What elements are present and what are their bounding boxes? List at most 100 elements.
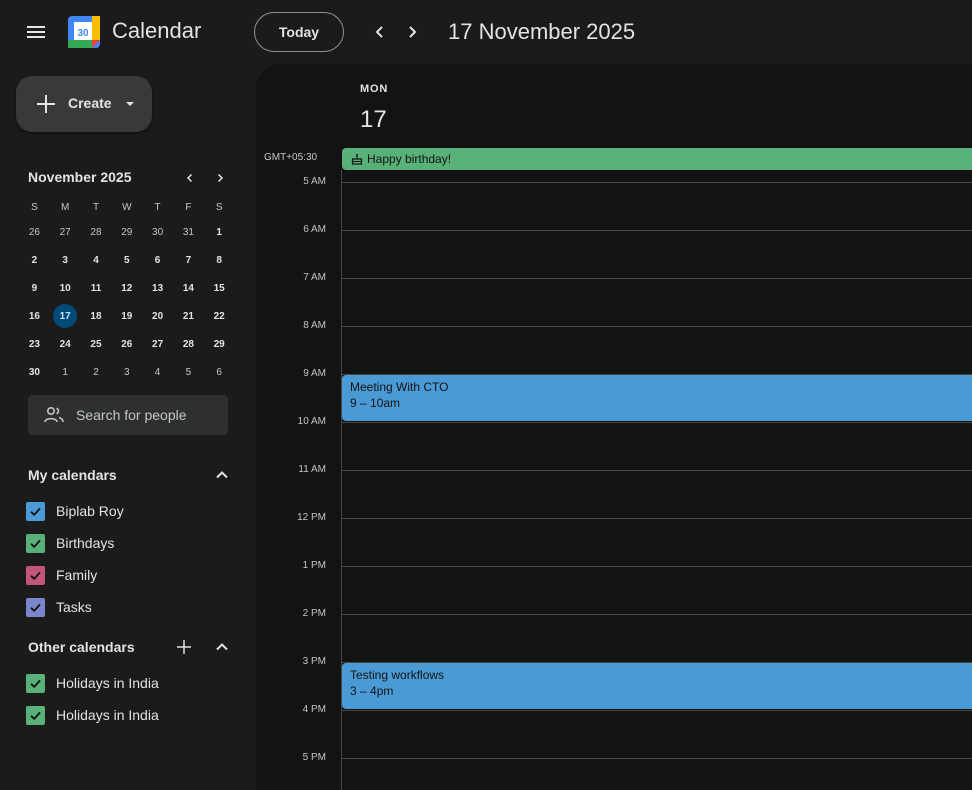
mini-calendar-day[interactable]: 21 xyxy=(173,302,204,330)
mini-calendar-day[interactable]: 19 xyxy=(111,302,142,330)
mini-calendar-day[interactable]: 14 xyxy=(173,274,204,302)
calendar-checkbox[interactable] xyxy=(26,566,45,585)
event-time: 9 – 10am xyxy=(350,396,401,410)
collapse-other-calendars-button[interactable] xyxy=(212,637,232,657)
mini-calendar-day-label: 16 xyxy=(28,310,40,322)
mini-calendar-day[interactable]: 28 xyxy=(173,330,204,358)
mini-calendar-day[interactable]: 15 xyxy=(204,274,235,302)
mini-calendar-day-label: 23 xyxy=(28,338,40,350)
hour-gridline xyxy=(342,278,972,279)
mini-calendar-day[interactable]: 2 xyxy=(81,358,112,386)
mini-calendar-day[interactable]: 4 xyxy=(142,358,173,386)
mini-calendar-day[interactable]: 31 xyxy=(173,218,204,246)
mini-calendar-day[interactable]: 23 xyxy=(19,330,50,358)
collapse-my-calendars-button[interactable] xyxy=(212,465,232,485)
mini-calendar-day[interactable]: 25 xyxy=(81,330,112,358)
calendar-item[interactable]: Tasks xyxy=(26,595,236,619)
mini-calendar-day-label: 26 xyxy=(28,226,40,238)
create-button[interactable]: Create xyxy=(16,76,152,132)
mini-calendar-day[interactable]: 16 xyxy=(19,302,50,330)
mini-calendar-day[interactable]: 1 xyxy=(50,358,81,386)
mini-calendar-next-button[interactable] xyxy=(210,168,230,188)
mini-calendar-day[interactable]: 28 xyxy=(81,218,112,246)
mini-calendar-week: 23 24 25 26 27 28 29 xyxy=(19,330,235,358)
next-day-button[interactable] xyxy=(398,18,426,46)
hour-gridline xyxy=(342,518,972,519)
mini-calendar-week: 9 10 11 12 13 14 15 xyxy=(19,274,235,302)
mini-calendar-day[interactable]: 12 xyxy=(111,274,142,302)
mini-calendar-day[interactable]: 3 xyxy=(111,358,142,386)
mini-calendar-day[interactable]: 6 xyxy=(142,246,173,274)
hour-gridline xyxy=(342,182,972,183)
mini-calendar-day[interactable]: 20 xyxy=(142,302,173,330)
mini-calendar-day[interactable]: 7 xyxy=(173,246,204,274)
mini-calendar-day[interactable]: 1 xyxy=(204,218,235,246)
other-calendars-header[interactable]: Other calendars xyxy=(28,635,232,659)
mini-calendar-day[interactable]: 10 xyxy=(50,274,81,302)
calendar-event[interactable]: Meeting With CTO 9 – 10am xyxy=(342,375,972,421)
add-other-calendar-button[interactable] xyxy=(174,637,194,657)
mini-calendar-day[interactable]: 6 xyxy=(204,358,235,386)
mini-calendar-day[interactable]: 27 xyxy=(50,218,81,246)
calendar-checkbox[interactable] xyxy=(26,598,45,617)
all-day-event[interactable]: Happy birthday! xyxy=(342,148,972,170)
calendar-checkbox[interactable] xyxy=(26,534,45,553)
search-people-input[interactable]: Search for people xyxy=(28,395,228,435)
mini-calendar-day[interactable]: 13 xyxy=(142,274,173,302)
hour-label: 9 AM xyxy=(303,368,326,379)
mini-calendar-day[interactable]: 29 xyxy=(204,330,235,358)
chevron-left-icon xyxy=(375,26,383,38)
day-number[interactable]: 17 xyxy=(360,106,387,134)
mini-calendar-day[interactable]: 24 xyxy=(50,330,81,358)
calendar-item[interactable]: Birthdays xyxy=(26,531,236,555)
mini-calendar-day-label: 30 xyxy=(152,226,164,238)
calendar-logo-icon[interactable]: 30 xyxy=(68,16,100,48)
mini-calendar-day-label: 6 xyxy=(216,366,222,378)
calendar-item[interactable]: Holidays in India xyxy=(26,671,236,695)
mini-calendar-day[interactable]: 29 xyxy=(111,218,142,246)
mini-calendar-day-label: 13 xyxy=(152,282,164,294)
mini-calendar-day[interactable]: 8 xyxy=(204,246,235,274)
mini-calendar-day[interactable]: 9 xyxy=(19,274,50,302)
calendar-checkbox[interactable] xyxy=(26,502,45,521)
mini-calendar-day-label: 31 xyxy=(182,226,194,238)
time-grid[interactable]: 5 AM 6 AM 7 AM 8 AM 9 AM 10 AM 11 AM 12 PM 1 PM 2… xyxy=(256,170,972,790)
mini-calendar-day-label: 15 xyxy=(213,282,225,294)
previous-day-button[interactable] xyxy=(366,18,394,46)
calendar-item[interactable]: Biplab Roy xyxy=(26,499,236,523)
mini-calendar-day-label: 24 xyxy=(59,338,71,350)
mini-calendar-day[interactable]: 5 xyxy=(173,358,204,386)
calendar-event[interactable]: Testing workflows 3 – 4pm xyxy=(342,663,972,709)
mini-calendar-day[interactable]: 30 xyxy=(142,218,173,246)
top-bar: 30 Calendar Today 17 November 2025 xyxy=(0,0,972,64)
all-day-event-title: Happy birthday! xyxy=(367,152,452,166)
my-calendars-header[interactable]: My calendars xyxy=(28,463,232,487)
hour-gridline xyxy=(342,566,972,567)
checkmark-icon xyxy=(30,711,41,721)
mini-calendar-day[interactable]: 30 xyxy=(19,358,50,386)
mini-calendar-day[interactable]: 26 xyxy=(111,330,142,358)
mini-calendar-day[interactable]: 27 xyxy=(142,330,173,358)
mini-calendar-day-label: 12 xyxy=(121,282,133,294)
mini-calendar-day[interactable]: 26 xyxy=(19,218,50,246)
mini-calendar-day[interactable]: 5 xyxy=(111,246,142,274)
mini-calendar-day[interactable]: 3 xyxy=(50,246,81,274)
mini-calendar-day[interactable]: 11 xyxy=(81,274,112,302)
mini-calendar-day[interactable]: 4 xyxy=(81,246,112,274)
calendar-checkbox[interactable] xyxy=(26,706,45,725)
mini-calendar-day-today[interactable]: 17 xyxy=(50,302,81,330)
mini-calendar-month: November 2025 xyxy=(28,169,132,185)
hour-gridline xyxy=(342,326,972,327)
mini-calendar-day[interactable]: 22 xyxy=(204,302,235,330)
mini-calendar-day-label: 14 xyxy=(182,282,194,294)
mini-calendar-day[interactable]: 2 xyxy=(19,246,50,274)
mini-calendar-weekday: S xyxy=(31,201,38,213)
main-menu-button[interactable] xyxy=(20,16,52,48)
calendar-item[interactable]: Family xyxy=(26,563,236,587)
calendar-checkbox[interactable] xyxy=(26,674,45,693)
caret-down-icon xyxy=(126,102,134,106)
today-button[interactable]: Today xyxy=(254,12,344,52)
mini-calendar-day[interactable]: 18 xyxy=(81,302,112,330)
mini-calendar-prev-button[interactable] xyxy=(180,168,200,188)
calendar-item[interactable]: Holidays in India xyxy=(26,703,236,727)
